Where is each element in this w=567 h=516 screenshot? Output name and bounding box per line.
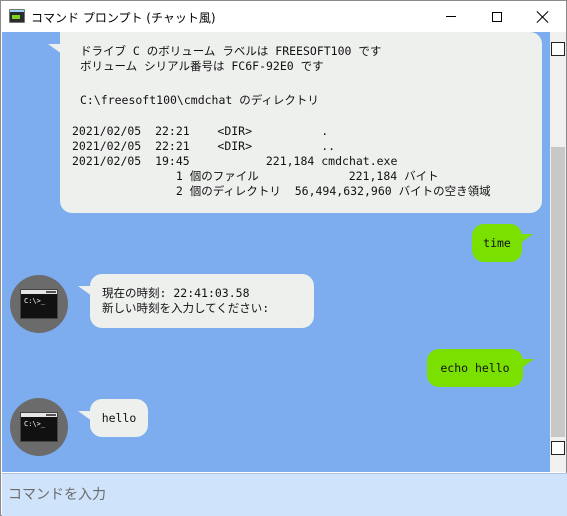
terminal-titlebar [21,413,57,417]
command-prompt-icon [9,9,25,23]
scroll-thumb[interactable] [551,147,565,437]
message-time-output: 現在の時刻: 22:41:03.58 新しい時刻を入力してください: [78,274,314,328]
avatar: C:\>_ [10,275,68,333]
message-echo-output: hello [78,399,148,437]
terminal-icon: C:\>_ [20,412,58,442]
avatar: C:\>_ [10,398,68,456]
chat-scrollbar[interactable] [550,32,566,472]
message-text: 現在の時刻: 22:41:03.58 新しい時刻を入力してください: [102,286,270,315]
dir-volume-info: ドライブ C のボリューム ラベルは FREESOFT100 です ボリューム … [80,44,382,73]
dir-listing: 2021/02/05 22:21 <DIR> . 2021/02/05 22:2… [72,124,491,198]
maximize-button[interactable] [474,1,520,32]
message-text: echo hello [440,360,510,375]
message-dir-output: ドライブ C のボリューム ラベルは FREESOFT100 です ボリューム … [48,32,542,213]
scroll-up-button[interactable] [551,42,565,56]
app-window: コマンド プロンプト (チャット風) ドライブ C のボリューム ラベルは FR… [0,0,567,516]
terminal-titlebar [21,290,57,294]
close-button[interactable] [520,1,566,32]
command-input-bar [2,473,567,516]
message-text: time [483,235,511,250]
close-icon [537,11,549,23]
title-bar[interactable]: コマンド プロンプト (チャット風) [1,1,566,32]
maximize-icon [492,11,502,22]
window-title: コマンド プロンプト (チャット風) [31,11,216,25]
terminal-prompt-text: C:\>_ [24,297,46,305]
minimize-button[interactable] [428,1,474,32]
terminal-prompt-text: C:\>_ [24,420,46,428]
message-user-time: time [472,224,533,262]
chat-area[interactable]: ドライブ C のボリューム ラベルは FREESOFT100 です ボリューム … [2,32,550,472]
command-input[interactable] [2,474,567,516]
message-text: hello [101,410,137,425]
terminal-icon: C:\>_ [20,289,58,319]
message-user-echo: echo hello [427,349,534,387]
dir-path: C:\freesoft100\cmdchat のディレクトリ [80,93,319,107]
scroll-down-button[interactable] [551,441,565,455]
minimize-icon [446,16,456,17]
